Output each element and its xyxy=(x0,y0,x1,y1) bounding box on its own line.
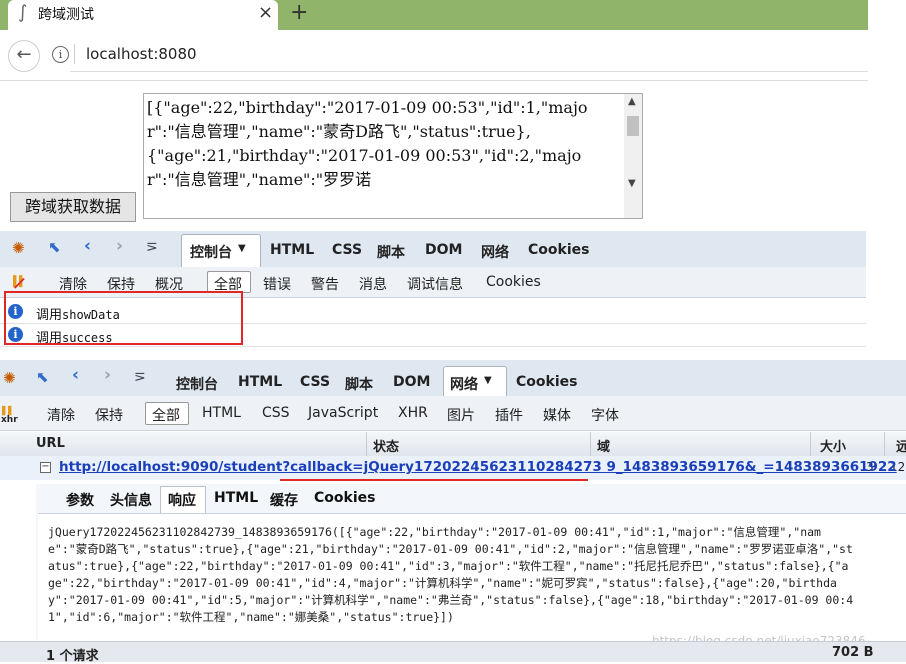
filter-errors[interactable]: 错误 xyxy=(263,274,291,294)
column-divider xyxy=(366,432,367,456)
chevron-left-icon[interactable]: ‹ xyxy=(84,236,91,256)
dropdown-arrow-icon[interactable]: ▼ xyxy=(238,243,246,254)
highlight-underline xyxy=(280,479,588,481)
column-status[interactable]: 状态 xyxy=(373,436,399,455)
filter-plugins[interactable]: 插件 xyxy=(495,405,523,425)
net-status-bar xyxy=(0,641,906,662)
tab-corner-icon: ∫ xyxy=(18,2,28,23)
column-url[interactable]: URL xyxy=(36,436,65,451)
tab-cache[interactable]: 缓存 xyxy=(270,490,298,510)
column-divider xyxy=(590,432,591,456)
highlight-box xyxy=(4,291,243,345)
filter-warnings[interactable]: 警告 xyxy=(311,274,339,294)
filter-debug[interactable]: 调试信息 xyxy=(407,274,463,294)
tab-html[interactable]: HTML xyxy=(270,242,314,258)
chevron-right-icon[interactable]: › xyxy=(116,236,123,256)
net-column-header: URL 状态 域 大小 远 xyxy=(0,432,906,457)
dropdown-arrow-icon[interactable]: ▼ xyxy=(484,375,492,386)
column-divider xyxy=(884,432,885,456)
fetch-data-button[interactable]: 跨域获取数据 xyxy=(10,192,136,222)
tab-dom[interactable]: DOM xyxy=(393,374,430,390)
filter-images[interactable]: 图片 xyxy=(447,405,475,425)
back-button[interactable]: ← xyxy=(8,40,40,72)
tab-cookies[interactable]: Cookies xyxy=(528,242,589,258)
tab-net[interactable]: 网络 xyxy=(481,242,509,262)
tab-title: 跨域测试 xyxy=(38,7,94,23)
tab-net[interactable]: 网络 xyxy=(450,374,478,394)
filter-xhr[interactable]: XHR xyxy=(398,405,428,421)
textarea-scrollbar[interactable]: ▲ ▼ xyxy=(624,94,642,218)
filter-html[interactable]: HTML xyxy=(202,405,241,421)
tab-cookies[interactable]: Cookies xyxy=(314,490,375,506)
tab-script[interactable]: 脚本 xyxy=(377,242,405,262)
tab-html[interactable]: HTML xyxy=(214,490,258,506)
filter-fonts[interactable]: 字体 xyxy=(591,405,619,425)
tab-html[interactable]: HTML xyxy=(238,374,282,390)
address-input[interactable]: localhost:8080 xyxy=(86,45,197,63)
tab-console[interactable]: 控制台 xyxy=(176,374,218,394)
column-remote[interactable]: 远 xyxy=(896,436,906,455)
filter-javascript[interactable]: JavaScript xyxy=(308,405,378,421)
close-icon[interactable]: × xyxy=(258,2,273,23)
xhr-label: xhr xyxy=(1,415,18,425)
net-toolbar: ✺ ⬉ ‹ › ⋝ 控制台 HTML CSS 脚本 DOM 网络 ▼ Cooki… xyxy=(0,360,906,397)
clear-button[interactable]: 清除 xyxy=(47,405,75,425)
tab-css[interactable]: CSS xyxy=(300,374,330,390)
filter-info[interactable]: 消息 xyxy=(359,274,387,294)
filter-all[interactable]: 全部 xyxy=(152,405,180,425)
command-line-icon[interactable]: ⋝ xyxy=(146,239,158,255)
tab-params[interactable]: 参数 xyxy=(66,490,94,510)
inspect-icon[interactable]: ⬉ xyxy=(36,368,49,386)
scrollbar-thumb[interactable] xyxy=(627,116,639,136)
console-toolbar: ✺ ⬉ ‹ › ⋝ 控制台 ▼ HTML CSS 脚本 DOM 网络 Cooki… xyxy=(0,231,866,268)
filter-media[interactable]: 媒体 xyxy=(543,405,571,425)
inspect-icon[interactable]: ⬉ xyxy=(48,238,61,256)
firebug-icon[interactable]: ✺ xyxy=(3,369,16,387)
address-underline xyxy=(70,71,868,72)
chevron-left-icon[interactable]: ‹ xyxy=(72,365,79,385)
response-text: jQuery172022456231102842739_148389365917… xyxy=(48,525,854,624)
new-tab-button[interactable]: + xyxy=(290,0,308,25)
browser-tab[interactable]: ∫ 跨域测试 × xyxy=(8,0,278,30)
tab-dom[interactable]: DOM xyxy=(425,242,462,258)
tab-headers[interactable]: 头信息 xyxy=(110,490,152,510)
persist-pause-icon[interactable] xyxy=(13,275,25,289)
firebug-icon[interactable]: ✺ xyxy=(12,239,25,257)
request-url-link[interactable]: http://localhost:9090/student?callback=j… xyxy=(59,459,897,475)
tab-response[interactable]: 响应 xyxy=(168,490,196,510)
response-body: jQuery172022456231102842739_148389365917… xyxy=(38,513,906,640)
tab-script[interactable]: 脚本 xyxy=(345,374,373,394)
request-count: 1 个请求 xyxy=(46,649,99,664)
column-domain[interactable]: 域 xyxy=(597,436,610,455)
persist-button[interactable]: 保持 xyxy=(95,405,123,425)
chevron-down-icon[interactable]: ▼ xyxy=(628,178,636,189)
tab-console[interactable]: 控制台 xyxy=(190,242,232,262)
chevron-up-icon[interactable]: ▲ xyxy=(628,96,636,107)
net-subtoolbar: xhr 清除 保持 全部 HTML CSS JavaScript XHR 图片 … xyxy=(0,396,906,431)
data-textarea[interactable]: [{"age":22,"birthday":"2017-01-09 00:53"… xyxy=(143,93,643,219)
filter-css[interactable]: CSS xyxy=(262,405,290,421)
url-divider xyxy=(74,44,75,64)
column-divider xyxy=(810,432,811,456)
tab-cookies[interactable]: Cookies xyxy=(516,374,577,390)
command-line-icon[interactable]: ⋝ xyxy=(134,369,146,385)
column-size[interactable]: 大小 xyxy=(820,436,846,455)
collapse-icon[interactable]: − xyxy=(40,462,51,473)
chevron-right-icon[interactable]: › xyxy=(104,365,111,385)
total-size: 702 B xyxy=(832,645,874,660)
textarea-content: [{"age":22,"birthday":"2017-01-09 00:53"… xyxy=(147,98,588,189)
filter-cookies[interactable]: Cookies xyxy=(486,274,541,290)
tab-css[interactable]: CSS xyxy=(332,242,362,258)
info-icon[interactable]: i xyxy=(52,46,69,63)
